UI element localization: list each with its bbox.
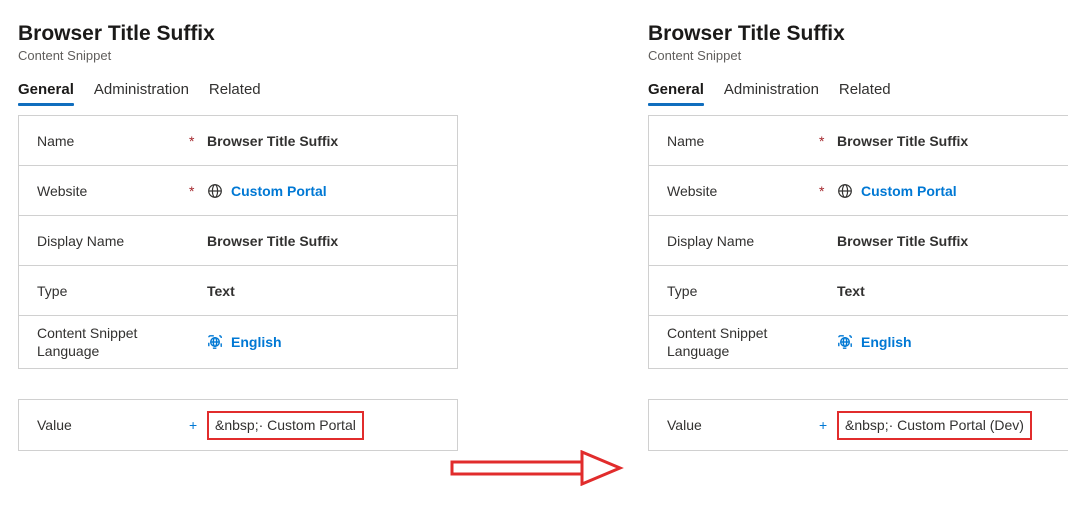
value-section: Value + &nbsp;· Custom Portal bbox=[18, 399, 458, 451]
field-label-display-name: Display Name bbox=[667, 233, 819, 249]
field-value-display-name[interactable]: Browser Title Suffix bbox=[207, 233, 439, 249]
field-label-value: Value bbox=[667, 417, 819, 433]
field-value-language[interactable]: English bbox=[207, 334, 439, 350]
field-label-website: Website bbox=[37, 183, 189, 199]
value-section: Value + &nbsp;· Custom Portal (Dev) bbox=[648, 399, 1068, 451]
field-language: Content Snippet Language English bbox=[19, 316, 457, 369]
tab-strip: General Administration Related bbox=[648, 77, 1068, 105]
language-icon bbox=[837, 334, 853, 350]
entity-subtitle: Content Snippet bbox=[18, 48, 458, 63]
field-label-name: Name bbox=[667, 133, 819, 149]
field-label-value: Value bbox=[37, 417, 189, 433]
record-panel-before: Browser Title Suffix Content Snippet Gen… bbox=[18, 22, 458, 451]
arrow-icon bbox=[450, 450, 625, 486]
field-label-type: Type bbox=[667, 283, 819, 299]
field-type: Type Text bbox=[19, 266, 457, 316]
field-name: Name * Browser Title Suffix bbox=[649, 116, 1068, 166]
field-value-value[interactable]: &nbsp;· Custom Portal (Dev) bbox=[837, 411, 1068, 440]
recommended-marker: + bbox=[189, 417, 207, 433]
website-link[interactable]: Custom Portal bbox=[861, 183, 957, 199]
value-highlight: &nbsp;· Custom Portal bbox=[207, 411, 364, 440]
field-value-type[interactable]: Text bbox=[207, 283, 439, 299]
field-label-name: Name bbox=[37, 133, 189, 149]
required-marker: * bbox=[819, 183, 837, 199]
form-card: Name * Browser Title Suffix Website * Cu… bbox=[18, 115, 458, 369]
field-website: Website * Custom Portal bbox=[649, 166, 1068, 216]
field-label-type: Type bbox=[37, 283, 189, 299]
field-value-display-name[interactable]: Browser Title Suffix bbox=[837, 233, 1068, 249]
record-panel-after: Browser Title Suffix Content Snippet Gen… bbox=[648, 22, 1068, 451]
tab-administration[interactable]: Administration bbox=[94, 77, 189, 104]
field-value-name[interactable]: Browser Title Suffix bbox=[207, 133, 439, 149]
field-display-name: Display Name Browser Title Suffix bbox=[649, 216, 1068, 266]
globe-icon bbox=[837, 183, 853, 199]
required-marker: * bbox=[189, 183, 207, 199]
value-highlight: &nbsp;· Custom Portal (Dev) bbox=[837, 411, 1032, 440]
field-display-name: Display Name Browser Title Suffix bbox=[19, 216, 457, 266]
field-type: Type Text bbox=[649, 266, 1068, 316]
recommended-marker: + bbox=[819, 417, 837, 433]
tab-related[interactable]: Related bbox=[839, 77, 891, 104]
language-icon bbox=[207, 334, 223, 350]
language-link[interactable]: English bbox=[861, 334, 912, 350]
field-website: Website * Custom Portal bbox=[19, 166, 457, 216]
field-label-display-name: Display Name bbox=[37, 233, 189, 249]
page-title: Browser Title Suffix bbox=[648, 22, 1068, 46]
field-value-language[interactable]: English bbox=[837, 334, 1068, 350]
field-label-language: Content Snippet Language bbox=[667, 324, 819, 360]
tab-general[interactable]: General bbox=[648, 77, 704, 104]
field-value: Value + &nbsp;· Custom Portal (Dev) bbox=[649, 400, 1068, 450]
website-link[interactable]: Custom Portal bbox=[231, 183, 327, 199]
required-marker: * bbox=[819, 133, 837, 149]
globe-icon bbox=[207, 183, 223, 199]
field-language: Content Snippet Language English bbox=[649, 316, 1068, 369]
field-value-website[interactable]: Custom Portal bbox=[837, 183, 1068, 199]
field-value-name[interactable]: Browser Title Suffix bbox=[837, 133, 1068, 149]
field-name: Name * Browser Title Suffix bbox=[19, 116, 457, 166]
tab-related[interactable]: Related bbox=[209, 77, 261, 104]
required-marker: * bbox=[189, 133, 207, 149]
field-label-language: Content Snippet Language bbox=[37, 324, 189, 360]
field-value-website[interactable]: Custom Portal bbox=[207, 183, 439, 199]
field-value-type[interactable]: Text bbox=[837, 283, 1068, 299]
form-card: Name * Browser Title Suffix Website * Cu… bbox=[648, 115, 1068, 369]
tab-administration[interactable]: Administration bbox=[724, 77, 819, 104]
tab-strip: General Administration Related bbox=[18, 77, 458, 105]
entity-subtitle: Content Snippet bbox=[648, 48, 1068, 63]
page-title: Browser Title Suffix bbox=[18, 22, 458, 46]
tab-general[interactable]: General bbox=[18, 77, 74, 104]
field-value: Value + &nbsp;· Custom Portal bbox=[19, 400, 457, 450]
language-link[interactable]: English bbox=[231, 334, 282, 350]
field-value-value[interactable]: &nbsp;· Custom Portal bbox=[207, 411, 439, 440]
field-label-website: Website bbox=[667, 183, 819, 199]
